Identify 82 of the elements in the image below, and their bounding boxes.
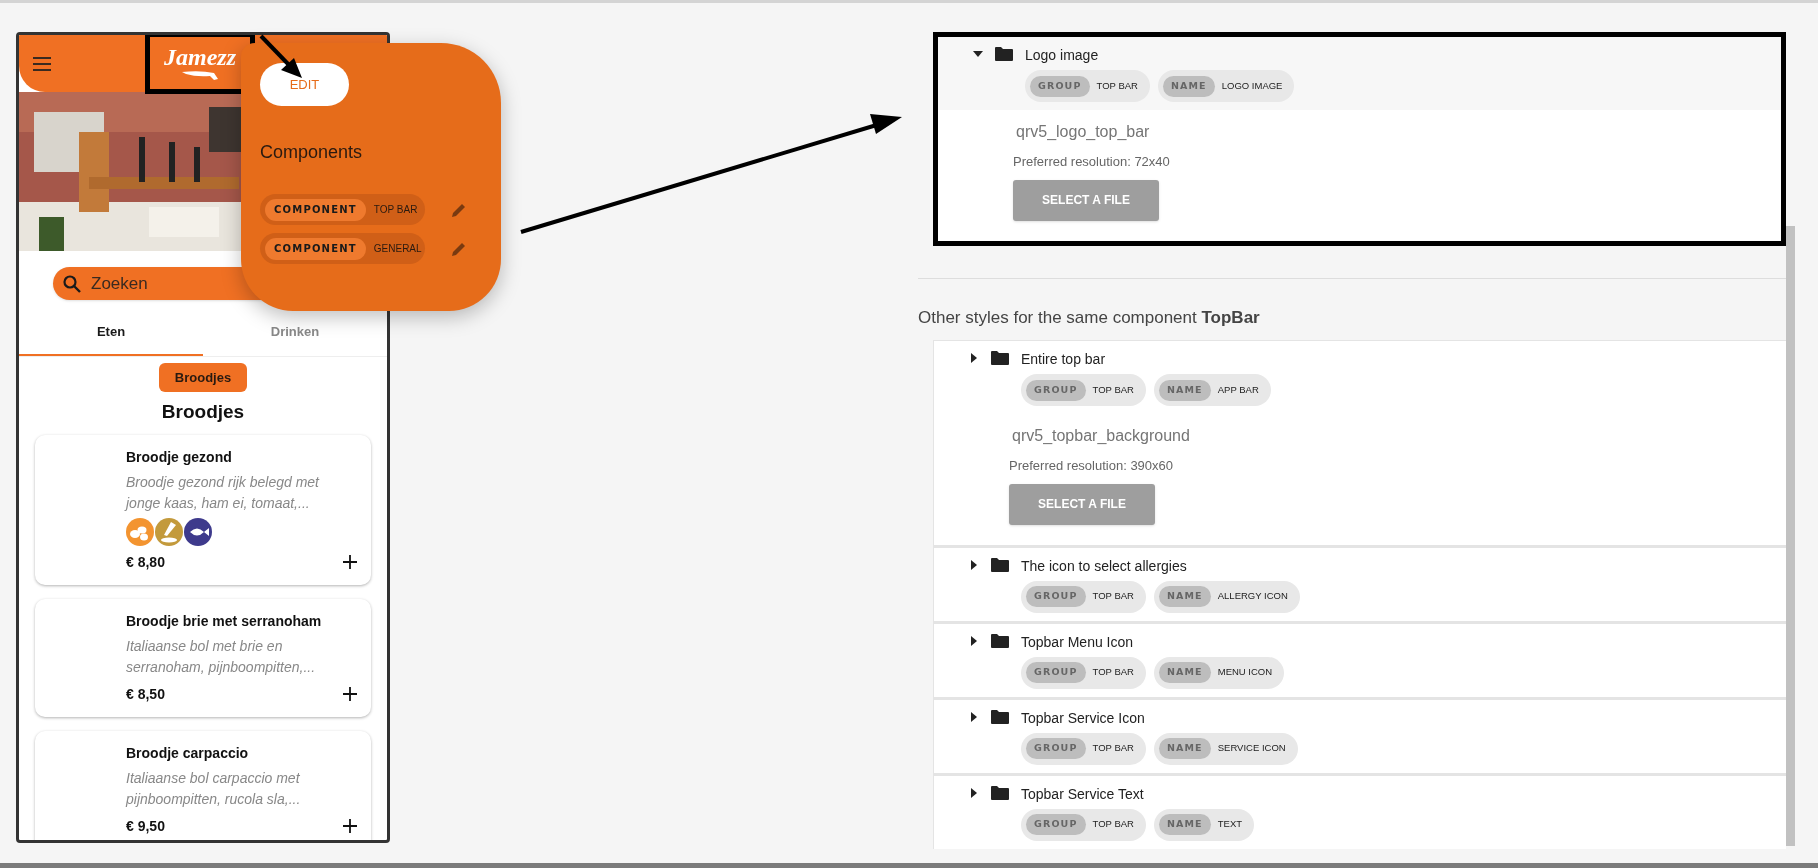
chip-label: GROUP <box>1030 75 1090 97</box>
chip-value: TOP BAR <box>1092 589 1134 604</box>
folder-icon <box>991 633 1009 648</box>
caret-icon[interactable] <box>973 49 983 59</box>
style-title: Topbar Service Icon <box>1021 708 1146 728</box>
product-description: Italiaanse bol met brie en serranoham, pijnboompitten,... <box>126 636 317 677</box>
chip-label: GROUP <box>1026 814 1086 835</box>
chip-value: ALLERGY ICON <box>1217 589 1288 604</box>
chip-label: COMPONENT <box>265 237 366 260</box>
plus-icon[interactable] <box>343 819 357 833</box>
pencil-icon[interactable] <box>451 201 467 218</box>
chip-value: TEXT <box>1217 817 1243 832</box>
product-name: Broodje gezond <box>126 447 233 467</box>
product-description: Italiaanse bol carpaccio met pijnboompitten, rucola sla,... <box>126 768 302 809</box>
price: € 8,50 <box>126 684 165 704</box>
logo: Jamezz <box>164 45 236 69</box>
search-icon <box>63 275 81 293</box>
chip-value: TOP BAR <box>1092 741 1134 756</box>
product-card[interactable]: Broodje gezond Broodje gezond rijk belegd met jonge kaas, ham ei, tomaat,... € 8,80 <box>35 434 371 585</box>
component-chip[interactable]: COMPONENT TOP BAR <box>260 194 425 225</box>
folder-icon <box>991 351 1009 365</box>
plus-icon[interactable] <box>343 555 357 569</box>
section-title: Broodjes <box>160 400 246 424</box>
category-chip[interactable]: Broodjes <box>158 363 248 392</box>
hand-icon <box>180 69 220 81</box>
folder-icon <box>991 785 1009 800</box>
chip-label: NAME <box>1158 814 1211 835</box>
caret-icon[interactable] <box>969 711 979 722</box>
chip-value: TOP BAR <box>1092 817 1134 832</box>
chip-value: TOP BAR <box>373 203 418 217</box>
product-name: Broodje brie met serranoham <box>126 611 323 631</box>
chip-label: NAME <box>1158 662 1211 683</box>
caret-icon[interactable] <box>969 787 979 798</box>
section-heading: Other styles for the same component TopBar <box>918 306 1261 329</box>
chip-value: TOP BAR <box>1092 665 1134 680</box>
chip-label: GROUP <box>1026 586 1086 607</box>
pencil-icon[interactable] <box>451 240 467 257</box>
chip-value: APP BAR <box>1217 382 1259 397</box>
chip-label: NAME <box>1158 379 1211 401</box>
chip-label: NAME <box>1162 75 1215 97</box>
chip-value: GENERAL <box>373 242 422 256</box>
scrollbar[interactable] <box>1786 226 1795 846</box>
style-title: Topbar Menu Icon <box>1021 632 1135 652</box>
folder-icon <box>995 47 1013 61</box>
product-description: Broodje gezond rijk belegd met jonge kaas, ham ei, tomaat,... <box>126 472 321 513</box>
resolution-text: Preferred resolution: 390x60 <box>1009 457 1175 475</box>
price: € 9,50 <box>126 816 165 836</box>
product-name: Broodje carpaccio <box>126 743 250 763</box>
chip-value: TOP BAR <box>1092 382 1134 397</box>
chip-value: TOP BAR <box>1096 78 1138 93</box>
plus-icon[interactable] <box>343 687 357 701</box>
resolution-text: Preferred resolution: 72x40 <box>1013 153 1171 171</box>
chip-label: GROUP <box>1026 662 1086 683</box>
chip-value: MENU ICON <box>1217 665 1273 680</box>
resource-name: qrv5_logo_top_bar <box>1015 122 1151 142</box>
caret-icon[interactable] <box>969 635 979 646</box>
tab[interactable]: Drinken <box>203 309 387 356</box>
menu-icon[interactable] <box>33 56 51 71</box>
resource-name: qrv5_topbar_background <box>1011 426 1191 446</box>
chip-label: COMPONENT <box>265 198 366 221</box>
component-chip[interactable]: COMPONENT GENERAL <box>260 233 425 264</box>
product-card[interactable]: Broodje carpaccio Italiaanse bol carpaccio met pijnboompitten, rucola sla,... € 9,50 <box>35 730 371 840</box>
chip-label: GROUP <box>1026 738 1086 759</box>
arrow <box>259 34 302 78</box>
chip-label: NAME <box>1158 738 1211 759</box>
chip-label: GROUP <box>1026 379 1086 401</box>
chip-label: NAME <box>1158 586 1211 607</box>
edit-button[interactable]: EDIT <box>260 63 349 106</box>
style-title: Entire top bar <box>1021 350 1107 369</box>
chip-value: LOGO IMAGE <box>1221 78 1283 93</box>
style-title: The icon to select allergies <box>1021 556 1188 576</box>
folder-icon <box>991 709 1009 724</box>
folder-icon <box>991 557 1009 572</box>
popup-title: Components <box>260 141 364 164</box>
caret-icon[interactable] <box>969 559 979 570</box>
price: € 8,80 <box>126 552 165 572</box>
tab[interactable]: Eten <box>19 309 203 356</box>
style-title: Topbar Service Text <box>1021 784 1145 804</box>
style-title: Logo image <box>1025 46 1100 65</box>
product-card[interactable]: Broodje brie met serranoham Italiaanse bol met brie en serranoham, pijnboompitten,... € 8,50 <box>35 598 371 717</box>
caret-icon[interactable] <box>969 353 979 363</box>
chip-value: SERVICE ICON <box>1217 741 1286 756</box>
